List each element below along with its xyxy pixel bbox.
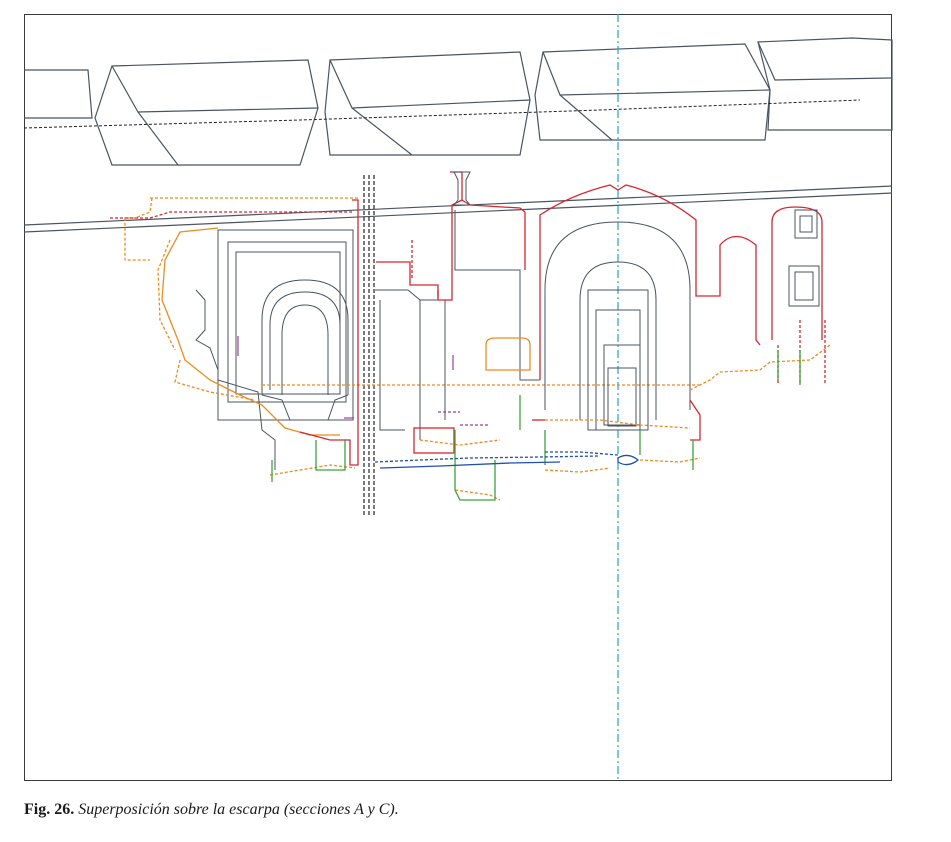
- left-ground: [271, 440, 346, 482]
- water-lines: [374, 451, 640, 469]
- left-section-c: [124, 197, 700, 476]
- middle-section-a: [376, 171, 526, 301]
- caption-label: Fig. 26.: [24, 801, 75, 818]
- figure: Fig. 26. Superposición sobre la escarpa …: [0, 0, 951, 842]
- upper-wall-blocks: [24, 37, 893, 166]
- figure-caption: Fig. 26. Superposición sobre la escarpa …: [24, 801, 399, 819]
- right-windows: [788, 209, 820, 307]
- left-gate-structure: [195, 229, 354, 470]
- caption-text: Superposición sobre la escarpa (seccione…: [74, 801, 399, 818]
- section-drawing: [23, 14, 893, 781]
- cut-line-pair: [363, 175, 375, 515]
- left-section-a: [110, 199, 359, 466]
- right-section-a: [532, 184, 826, 441]
- middle-structure: [375, 210, 540, 454]
